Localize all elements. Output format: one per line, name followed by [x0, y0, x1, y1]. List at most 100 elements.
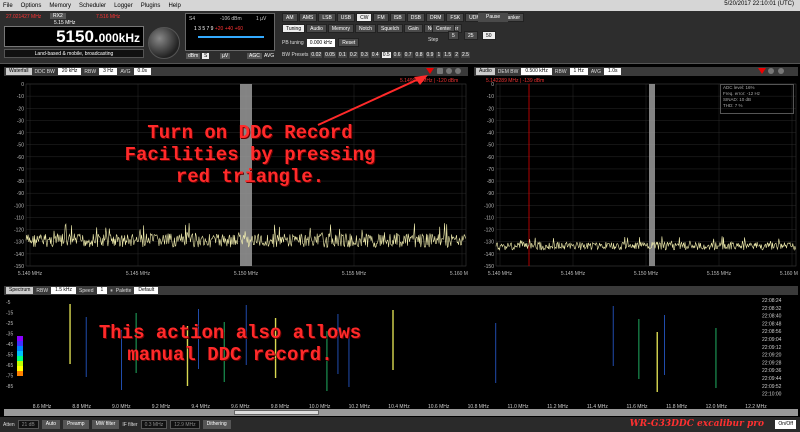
mode-fm[interactable]: FM — [373, 13, 389, 22]
y-tick-label: -30 — [17, 118, 24, 124]
dem-bw-label: DEM BW — [497, 68, 519, 75]
rbw-select-left[interactable]: 3 Hz — [99, 68, 118, 75]
tab-squelch[interactable]: Squelch — [377, 24, 404, 33]
mode-am[interactable]: AM — [282, 13, 298, 22]
tuning-knob-icon[interactable] — [148, 27, 180, 59]
tab-memory[interactable]: Memory — [327, 24, 354, 33]
mode-isb[interactable]: ISB — [389, 13, 406, 22]
bw-preset-0-5[interactable]: 0.5 — [381, 52, 391, 58]
x-tick-label: 5.140 MHz — [18, 271, 43, 277]
preamp-button[interactable]: Preamp — [63, 420, 89, 429]
x-tick-label: 5.145 MHz — [126, 271, 151, 277]
bw-preset-0-6[interactable]: 0.6 — [392, 52, 402, 58]
waterfall-time-label: 22:08:40 — [762, 314, 782, 320]
status-bar: Atten 21 dB Auto Preamp MW filter IF fil… — [0, 417, 800, 432]
tab-spectrum[interactable]: Spectrum — [6, 287, 34, 294]
bw-preset-0-02[interactable]: 0.02 — [310, 52, 323, 58]
rbw-select-right[interactable]: 1 Hz — [569, 68, 588, 75]
zoom-in-icon[interactable] — [446, 68, 452, 74]
menu-help[interactable]: Help — [168, 3, 180, 9]
bw-preset-2[interactable]: 2 — [454, 52, 459, 58]
tab-tuning[interactable]: Tuning — [282, 24, 306, 33]
waterfall-time-label: 22:09:28 — [762, 360, 782, 366]
bw-preset-0-3[interactable]: 0.3 — [359, 52, 369, 58]
spectrum-rbw-select[interactable]: 1.5 kHz — [51, 287, 77, 294]
pb-tuning-field[interactable]: 0.000 kHz — [306, 38, 336, 47]
tab-gain[interactable]: Gain — [404, 24, 423, 33]
avg-select-right[interactable]: 1.0s — [604, 68, 622, 75]
dbm-button[interactable]: dBm — [186, 53, 201, 59]
bw-preset-0-05[interactable]: 0.05 — [324, 52, 336, 58]
bw-preset-1[interactable]: 1 — [436, 52, 442, 58]
step-5[interactable]: 5 — [448, 31, 459, 40]
mode-fsk[interactable]: FSK — [446, 13, 465, 22]
clock: 5/20/2017 22:10:01 (UTC) — [724, 1, 794, 7]
mode-lsb[interactable]: LSB — [318, 13, 336, 22]
reset-button[interactable]: Reset — [338, 38, 360, 47]
ddc-record-triangle-icon[interactable] — [426, 68, 434, 74]
audio-zoom-in-icon[interactable] — [768, 68, 774, 74]
menu-file[interactable]: File — [3, 3, 13, 9]
menu-logger[interactable]: Logger — [114, 3, 133, 9]
bw-preset-0-4[interactable]: 0.4 — [370, 52, 380, 58]
bw-preset-2-5[interactable]: 2.5 — [460, 52, 470, 58]
atten-select[interactable]: 21 dB — [17, 420, 39, 429]
palette-select[interactable]: Default — [134, 287, 159, 294]
dem-bw-select[interactable]: 0.500 kHz — [521, 68, 552, 75]
annotation-bottom: This action also allows manual DDC recor… — [40, 322, 420, 366]
menu-bar: File Options Memory Scheduler Logger Plu… — [0, 0, 800, 11]
y-tick-label: -20 — [17, 106, 24, 112]
waterfall-time-label: 22:08:56 — [762, 329, 782, 335]
bw-preset-0-8[interactable]: 0.8 — [414, 52, 424, 58]
ddc-bw-select[interactable]: 20 kHz — [57, 68, 82, 75]
agc-button[interactable]: AGC — [247, 53, 262, 59]
tab-notch[interactable]: Notch — [354, 24, 377, 33]
mw-filter-button[interactable]: MW filter — [91, 420, 120, 429]
bw-preset-0-7[interactable]: 0.7 — [403, 52, 413, 58]
waterfall-time-label: 22:09:52 — [762, 384, 782, 390]
menu-memory[interactable]: Memory — [49, 3, 71, 9]
on-off-button[interactable]: On/Off — [775, 420, 796, 429]
pause-icon[interactable]: ⏸ — [110, 288, 113, 294]
s-meter-uv: 1 µV — [256, 16, 267, 22]
step-25[interactable]: 25 — [464, 31, 478, 40]
frequency-display[interactable]: 5150.000kHz — [4, 26, 144, 47]
tab-audio[interactable]: Audio — [306, 24, 327, 33]
colour-scale-segment — [17, 371, 23, 376]
waterfall-scrollbar[interactable] — [4, 409, 798, 416]
bw-preset-1-5[interactable]: 1.5 — [443, 52, 453, 58]
step-50[interactable]: 50 — [482, 31, 496, 40]
mode-ams[interactable]: AMS — [298, 13, 318, 22]
if-filter-select-2[interactable]: 12.9 MHz — [170, 420, 200, 429]
mode-dsb[interactable]: DSB — [406, 13, 425, 22]
s-button[interactable]: S — [202, 53, 210, 59]
pause-button[interactable]: Pause — [478, 13, 509, 22]
mode-usb[interactable]: USB — [336, 13, 356, 22]
audio-record-triangle-icon[interactable] — [758, 68, 766, 74]
if-filter-select[interactable]: 0.3 MHz — [140, 420, 168, 429]
mode-cw[interactable]: CW — [356, 13, 373, 22]
waterfall-y-label: -65 — [6, 363, 13, 369]
speed-select[interactable]: 1 — [96, 287, 108, 294]
rx-label[interactable]: RX2 — [50, 13, 66, 19]
avg-select-left[interactable]: 0.0s — [133, 68, 151, 75]
y-tick-label: -10 — [17, 94, 24, 100]
tab-waterfall[interactable]: Waterfall — [6, 68, 32, 75]
bw-preset-0-2[interactable]: 0.2 — [348, 52, 358, 58]
dithering-button[interactable]: Dithering — [202, 420, 231, 429]
mode-drm[interactable]: DRM — [426, 13, 446, 22]
menu-scheduler[interactable]: Scheduler — [79, 3, 106, 9]
menu-plugins[interactable]: Plugins — [141, 3, 161, 9]
bw-preset-0-9[interactable]: 0.9 — [425, 52, 435, 58]
auto-button[interactable]: Auto — [41, 420, 61, 429]
menu-options[interactable]: Options — [21, 3, 42, 9]
scrollbar-thumb[interactable] — [234, 410, 319, 415]
bw-preset-0-1[interactable]: 0.1 — [337, 52, 347, 58]
zoom-out-icon[interactable] — [455, 68, 461, 74]
waterfall-y-label: -5 — [6, 300, 11, 306]
audio-zoom-out-icon[interactable] — [778, 68, 784, 74]
tab-audio[interactable]: Audio — [476, 68, 495, 75]
save-icon[interactable] — [437, 68, 443, 74]
uv-button[interactable]: µV — [220, 53, 231, 59]
waterfall-y-label: -75 — [6, 374, 13, 380]
